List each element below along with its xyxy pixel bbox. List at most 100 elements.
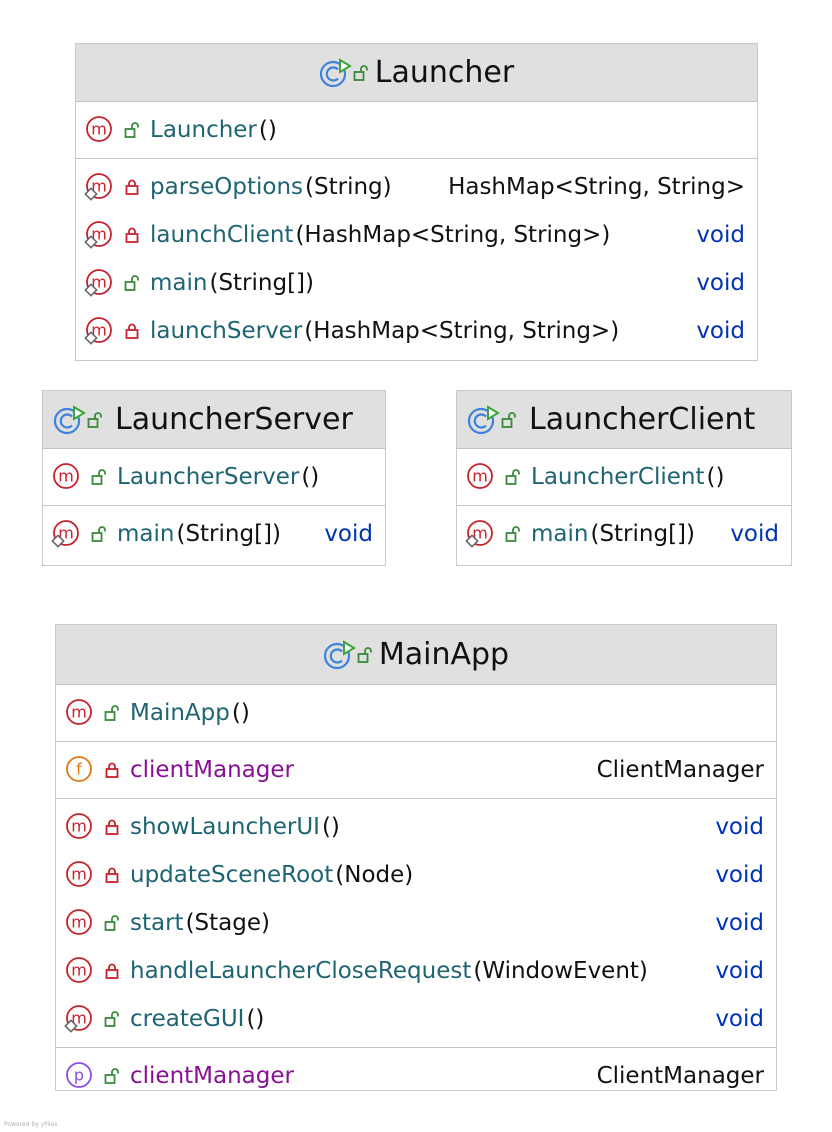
member-params: ()	[246, 1006, 265, 1032]
credit-text: Powered by yFiles	[4, 1121, 58, 1128]
svg-text:m: m	[71, 865, 87, 884]
class-title: LauncherClient	[529, 402, 756, 437]
method-row: m createGUI() void	[56, 995, 776, 1043]
method-row: m handleLauncherCloseRequest (WindowEvent)…	[56, 947, 776, 995]
member-type: ClientManager	[596, 1063, 764, 1089]
member-name: createGUI	[130, 1006, 245, 1032]
method-icon: m	[84, 115, 114, 145]
member-params: (Stage)	[185, 910, 270, 936]
member-name: Launcher	[150, 117, 257, 143]
svg-text:m: m	[71, 817, 87, 836]
member-type: void	[730, 521, 779, 547]
method-row: m showLauncherUI() void	[56, 803, 776, 851]
method-icon: m	[51, 462, 81, 492]
method-row: m parseOptions (String) HashMap<String, Str…	[76, 163, 757, 211]
private-icon	[104, 866, 120, 884]
member-params: (HashMap<String, String>)	[295, 222, 611, 248]
member-name: updateSceneRoot	[130, 862, 334, 888]
member-type: void	[696, 318, 745, 344]
member-name: clientManager	[130, 1063, 294, 1089]
public-icon	[91, 468, 107, 486]
class-launcher: Launcher m Launcher() m parseOptions (String…	[75, 43, 758, 361]
public-icon	[124, 121, 140, 139]
class-header: MainApp	[56, 625, 776, 685]
private-icon	[104, 818, 120, 836]
member-type: void	[715, 814, 764, 840]
svg-text:p: p	[74, 1066, 84, 1085]
member-section: m Launcher()	[76, 102, 757, 159]
class-main-app: MainApp m MainApp() f clientManager ClientMa…	[55, 624, 777, 1091]
class-header: Launcher	[76, 44, 757, 102]
public-icon	[87, 411, 103, 429]
class-title: MainApp	[378, 637, 510, 672]
public-icon	[124, 274, 140, 292]
method-row: m main (String[]) void	[457, 510, 791, 558]
member-name: parseOptions	[150, 174, 304, 200]
static-method-icon: m	[84, 172, 114, 202]
method-icon: m	[64, 860, 94, 890]
member-name: LauncherServer	[117, 464, 300, 490]
class-launcher-server: LauncherServer m LauncherServer() m main (St…	[42, 390, 386, 566]
private-icon	[124, 322, 140, 340]
svg-text:m: m	[58, 467, 74, 486]
member-name: start	[130, 910, 184, 936]
member-params: ()	[321, 814, 340, 840]
svg-text:m: m	[472, 467, 488, 486]
member-name: main	[150, 270, 208, 296]
public-icon	[501, 411, 517, 429]
member-name: clientManager	[130, 757, 294, 783]
public-icon	[104, 704, 120, 722]
private-icon	[124, 226, 140, 244]
member-section: m parseOptions (String) HashMap<String, Str…	[76, 159, 757, 359]
method-row: m main (String[]) void	[43, 510, 385, 558]
static-method-icon: m	[84, 316, 114, 346]
member-params	[294, 1063, 296, 1089]
member-type: HashMap<String, String>	[448, 174, 745, 200]
member-params: (HashMap<String, String>)	[304, 318, 620, 344]
member-params: ()	[231, 700, 250, 726]
member-params	[294, 757, 296, 783]
member-type: void	[715, 958, 764, 984]
member-name: showLauncherUI	[130, 814, 320, 840]
member-type: void	[324, 521, 373, 547]
class-launcher-client: LauncherClient m LauncherClient() m main (St…	[456, 390, 792, 566]
method-row: m LauncherServer()	[43, 453, 385, 501]
member-name: handleLauncherCloseRequest	[130, 958, 472, 984]
member-section: m main (String[]) void	[43, 506, 385, 562]
static-method-icon: m	[51, 519, 81, 549]
class-icon	[53, 404, 87, 435]
member-params: (WindowEvent)	[473, 958, 648, 984]
method-row: m Launcher()	[76, 106, 757, 154]
class-icon	[323, 639, 357, 670]
svg-text:m: m	[71, 703, 87, 722]
member-type: void	[715, 1006, 764, 1032]
method-row: m launchServer (HashMap<String, String>) vo…	[76, 307, 757, 355]
static-method-icon: m	[84, 268, 114, 298]
member-type: void	[696, 222, 745, 248]
method-icon: m	[465, 462, 495, 492]
method-icon: m	[64, 908, 94, 938]
static-method-icon: m	[84, 220, 114, 250]
private-icon	[104, 761, 120, 779]
member-params: (String[])	[176, 521, 282, 547]
member-section: m showLauncherUI() void m updateSceneRoot (No…	[56, 799, 776, 1048]
member-name: launchServer	[150, 318, 303, 344]
public-icon	[505, 468, 521, 486]
public-icon	[104, 1067, 120, 1085]
class-body: m LauncherServer() m main (String[]) void	[43, 449, 385, 562]
method-row: m start (Stage) void	[56, 899, 776, 947]
class-body: m LauncherClient() m main (String[]) void	[457, 449, 791, 562]
method-row: m updateSceneRoot (Node) void	[56, 851, 776, 899]
public-icon	[91, 525, 107, 543]
method-icon: m	[64, 698, 94, 728]
method-row: m launchClient (HashMap<String, String>) vo…	[76, 211, 757, 259]
static-method-icon: m	[465, 519, 495, 549]
method-row: m main (String[]) void	[76, 259, 757, 307]
class-icon	[467, 404, 501, 435]
private-icon	[124, 178, 140, 196]
member-params: ()	[258, 117, 277, 143]
class-title: LauncherServer	[115, 402, 353, 437]
private-icon	[104, 962, 120, 980]
member-params: (String)	[305, 174, 392, 200]
member-name: main	[117, 521, 175, 547]
